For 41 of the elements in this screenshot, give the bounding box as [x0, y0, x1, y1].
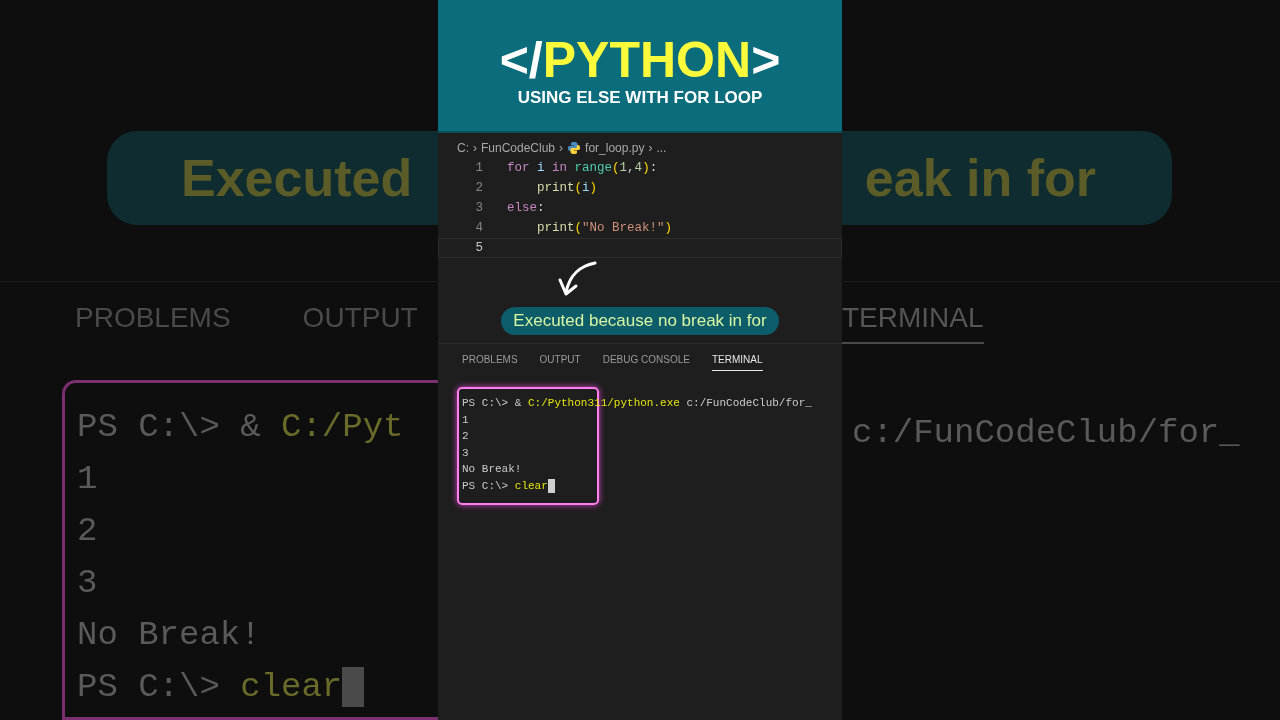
breadcrumb-item[interactable]: for_loop.py — [585, 141, 645, 155]
title: </PYTHON> — [499, 33, 781, 86]
code-line: else: — [507, 201, 545, 215]
tab-label: OUTPUT — [302, 302, 418, 335]
python-file-icon — [567, 141, 582, 155]
subtitle: USING ELSE WITH FOR LOOP — [517, 87, 763, 108]
tab-label: PROBLEMS — [75, 302, 231, 335]
terminal-line: 1 — [77, 459, 99, 500]
terminal-line: 3 — [462, 445, 470, 461]
chevron-icon: › — [473, 141, 477, 155]
terminal-line: c:/FunCodeClub/for_ — [852, 414, 1241, 452]
terminal-line: 1 — [462, 412, 470, 428]
code-line: print("No Break!") — [536, 221, 673, 235]
banner-text: eak in for — [864, 148, 1096, 208]
banner-text: Executed — [181, 148, 413, 208]
terminal-line: PS C:\> & C:/Pyt — [77, 407, 405, 448]
code-line: for i in range(1,4): — [507, 161, 658, 175]
line-number: 4 — [474, 221, 484, 235]
chevron-icon: › — [559, 141, 564, 155]
line-number: 5 — [474, 241, 484, 255]
terminal-line: 3 — [77, 563, 99, 604]
breadcrumb-item[interactable]: C: — [457, 141, 469, 155]
panel-tab[interactable]: OUTPUT — [539, 354, 581, 371]
chevron-icon: › — [648, 141, 653, 155]
terminal-line: No Break! — [77, 615, 262, 656]
terminal-line: 2 — [462, 429, 470, 444]
panel-tab[interactable]: PROBLEMS — [462, 354, 518, 371]
terminal-line: No Break! — [462, 462, 523, 477]
breadcrumb-item[interactable]: FunCodeClub — [481, 141, 556, 155]
panel-tab[interactable]: TERMINAL — [711, 354, 763, 371]
terminal-line: 2 — [77, 511, 99, 552]
code-line: print(i) — [536, 181, 598, 195]
annotation-label: Executed because no break in for — [501, 307, 779, 335]
breadcrumb-item[interactable]: ... — [656, 141, 667, 155]
panel-tab[interactable]: DEBUG CONSOLE — [602, 354, 690, 371]
line-number: 1 — [474, 161, 484, 175]
line-number: 3 — [474, 201, 484, 215]
terminal-line: PS C:\> clear — [462, 477, 842, 494]
terminal-line: PS C:\> clear — [77, 661, 438, 713]
line-number: 2 — [474, 181, 484, 195]
curved-arrow-icon — [558, 260, 598, 298]
